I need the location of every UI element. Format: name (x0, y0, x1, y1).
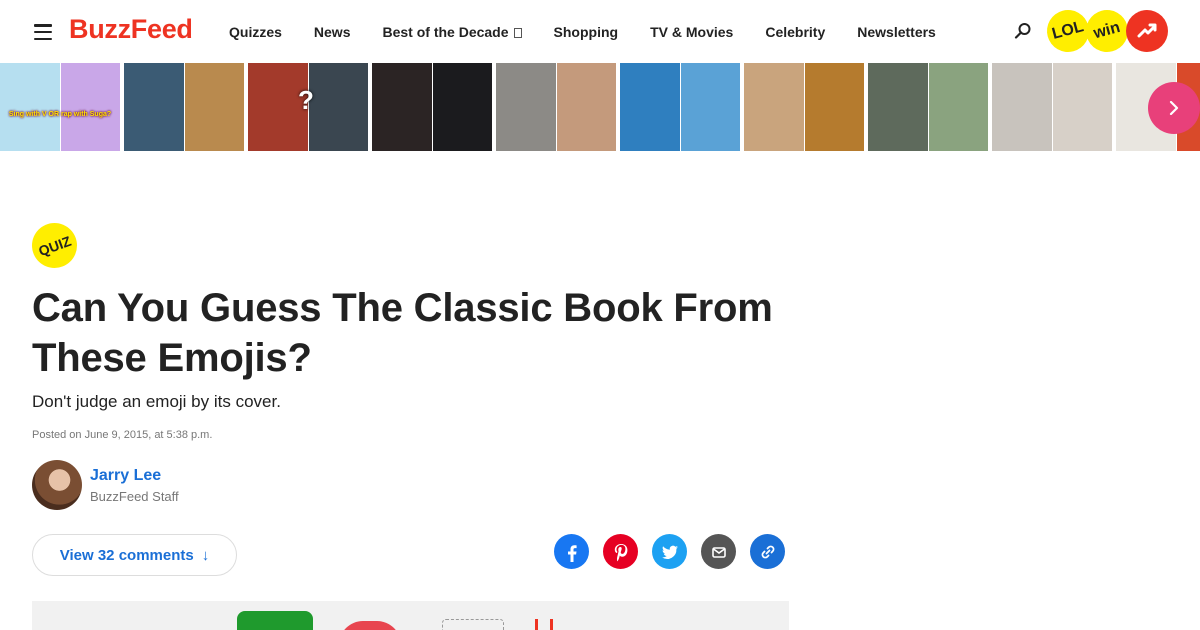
quiz-thumbnail[interactable] (124, 63, 244, 151)
comments-label: View 32 comments (59, 546, 194, 564)
article-subtitle: Don't judge an emoji by its cover. (32, 392, 281, 411)
view-comments-button[interactable]: View 32 comments ↓ (32, 534, 237, 576)
thumbnail-image (431, 63, 492, 151)
thumbnail-image (803, 63, 864, 151)
nav-best-of-the-decade[interactable]: Best of the Decade (382, 24, 522, 40)
link-icon[interactable] (750, 534, 785, 569)
search-icon[interactable] (1014, 22, 1032, 40)
question-mark-icon: ? (298, 85, 314, 115)
author-avatar[interactable] (32, 460, 82, 510)
quiz-thumbnail[interactable] (744, 63, 864, 151)
quiz-thumbnail[interactable]: ? (248, 63, 368, 151)
site-header: BuzzFeed Quizzes News Best of the Decade… (0, 0, 1200, 63)
emoji-icon (535, 619, 553, 630)
thumbnail-image (59, 63, 120, 151)
thumbnail-image (0, 63, 60, 151)
thumbnail-image (868, 63, 928, 151)
thumbnail-image (927, 63, 988, 151)
trending-icon[interactable] (1126, 10, 1168, 52)
quiz-thumbnail[interactable] (992, 63, 1112, 151)
thumbnail-image (307, 63, 368, 151)
nav-quizzes[interactable]: Quizzes (229, 24, 282, 40)
thumbnail-image (183, 63, 244, 151)
quiz-thumbnail-strip: Sing with V OR rap with Suga?? (0, 63, 1200, 151)
quiz-thumbnail[interactable] (372, 63, 492, 151)
quiz-thumbnail[interactable]: Sing with V OR rap with Suga? (0, 63, 120, 151)
thumbnail-image (992, 63, 1052, 151)
book-emoji-icon (237, 611, 313, 630)
nav-tv-movies[interactable]: TV & Movies (650, 24, 733, 40)
article-title: Can You Guess The Classic Book From Thes… (32, 286, 773, 380)
chevron-right-icon (1169, 101, 1179, 115)
quiz-badge: QUIZ (32, 223, 77, 268)
site-logo[interactable]: BuzzFeed (69, 14, 193, 45)
quiz-thumbnail[interactable] (868, 63, 988, 151)
quiz-thumbnail[interactable] (496, 63, 616, 151)
author-name[interactable]: Jarry Lee (90, 467, 161, 485)
missing-glyph-icon (513, 27, 522, 38)
thumbnail-image (744, 63, 804, 151)
strip-next-button[interactable] (1148, 82, 1200, 134)
author-role: BuzzFeed Staff (90, 489, 179, 504)
thumbnail-image (496, 63, 556, 151)
win-badge[interactable]: win (1081, 5, 1133, 57)
apple-emoji-icon (339, 621, 401, 630)
hamburger-icon[interactable] (34, 24, 52, 40)
thumbnail-image (679, 63, 740, 151)
thumbnail-image (124, 63, 184, 151)
mail-icon[interactable] (701, 534, 736, 569)
nav-shopping[interactable]: Shopping (554, 24, 619, 40)
arrow-down-icon: ↓ (201, 546, 210, 564)
nav-newsletters[interactable]: Newsletters (857, 24, 936, 40)
thumbnail-caption: Sing with V OR rap with Suga? (8, 111, 112, 118)
facebook-icon[interactable] (554, 534, 589, 569)
quiz-thumbnail[interactable] (620, 63, 740, 151)
nav-news[interactable]: News (314, 24, 351, 40)
thumbnail-image (1051, 63, 1112, 151)
posted-date: Posted on June 9, 2015, at 5:38 p.m. (32, 429, 213, 441)
pinterest-icon[interactable] (603, 534, 638, 569)
twitter-icon[interactable] (652, 534, 687, 569)
thumbnail-image (620, 63, 680, 151)
nav-celebrity[interactable]: Celebrity (765, 24, 825, 40)
main-nav: Quizzes News Best of the Decade Shopping… (229, 0, 968, 63)
thumbnail-image (555, 63, 616, 151)
thumbnail-image (372, 63, 432, 151)
hero-image (32, 601, 789, 630)
paper-emoji-icon (442, 619, 504, 630)
